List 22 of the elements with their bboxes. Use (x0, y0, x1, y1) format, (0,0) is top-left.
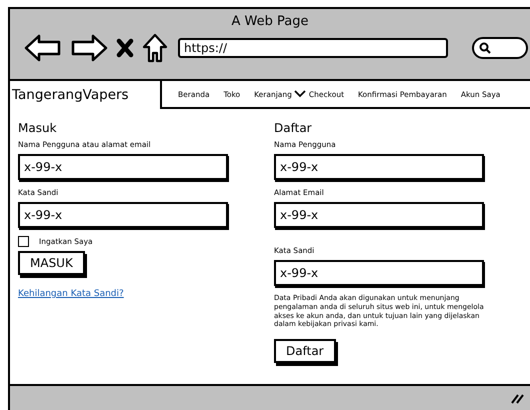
input-field[interactable]: x-99-x (274, 202, 484, 228)
site-logo-text[interactable]: TangerangVapers (10, 81, 160, 103)
search-icon (479, 42, 491, 54)
checkbox[interactable] (18, 236, 29, 247)
close-icon[interactable] (116, 38, 134, 58)
input-field[interactable]: x-99-x (274, 260, 484, 286)
address-field[interactable]: https:// (178, 38, 448, 58)
lost-password-link[interactable]: Kehilangan Kata Sandi? (18, 289, 124, 299)
resize-grip-icon[interactable] (510, 392, 524, 404)
login-button[interactable]: MASUK (18, 251, 85, 275)
register-button[interactable]: Daftar (274, 339, 336, 363)
caret-icon (294, 90, 306, 98)
window-title: A Web Page (230, 13, 310, 29)
section-title: Daftar (274, 121, 312, 135)
forward-icon[interactable] (70, 34, 108, 62)
search-field[interactable] (472, 37, 528, 59)
home-icon[interactable] (142, 33, 168, 63)
input-field[interactable]: x-99-x (274, 154, 484, 180)
section-title: Masuk (18, 121, 57, 135)
input-field[interactable]: x-99-x (18, 154, 228, 180)
back-icon[interactable] (24, 34, 62, 62)
input-field[interactable]: x-99-x (18, 202, 228, 228)
